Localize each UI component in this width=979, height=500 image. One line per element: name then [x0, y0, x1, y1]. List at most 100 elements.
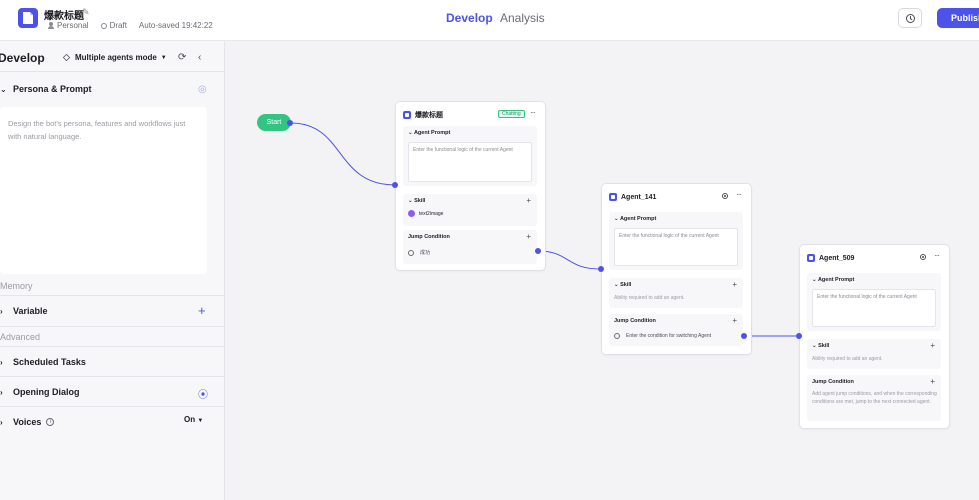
bot-name: 爆款标题: [44, 11, 84, 22]
ai-optimize-icon[interactable]: ◎: [198, 84, 207, 95]
jump-condition-row[interactable]: 成功: [408, 249, 430, 256]
chevron-right-icon: ›: [0, 357, 3, 367]
node3-input-port[interactable]: [796, 333, 802, 339]
variable-section-header[interactable]: › Variable: [0, 301, 48, 321]
agent-prompt-title-text: Agent Prompt: [619, 216, 657, 222]
panel-title: Develop: [0, 51, 45, 65]
jump-condition-row[interactable]: Enter the condition for switching Agent: [614, 333, 711, 339]
agent-node[interactable]: Agent_141 ··· ⌄ Agent Prompt Enter the f…: [601, 183, 752, 355]
info-icon[interactable]: i: [46, 418, 55, 426]
more-icon[interactable]: ···: [736, 190, 742, 199]
variable-label: Variable: [13, 306, 48, 316]
ai-generate-icon[interactable]: ⦿: [198, 386, 208, 401]
target-icon[interactable]: [920, 254, 926, 260]
more-icon[interactable]: ···: [530, 108, 536, 117]
memory-group-label: Memory: [0, 281, 33, 291]
skill-item[interactable]: text2image: [408, 210, 443, 217]
skill-title: ⌄ Skill: [614, 282, 632, 288]
condition-icon: [408, 249, 414, 256]
add-condition-icon[interactable]: +: [930, 377, 935, 386]
skill-section: ⌄ Skill + Ability required to add an age…: [609, 278, 743, 308]
back-chevron-icon[interactable]: ‹: [0, 11, 1, 27]
skill-empty-text: Ability required to add an agent.: [614, 295, 685, 301]
agent-canvas[interactable]: Start 爆款标题 Chatting ··· ⌄ Agent Prompt E…: [225, 41, 979, 500]
node1-input-port[interactable]: [392, 182, 398, 188]
skill-title: ⌄ Skill: [408, 198, 426, 204]
node1-output-port[interactable]: [535, 248, 541, 254]
more-icon[interactable]: ···: [934, 251, 940, 260]
chevron-right-icon: ›: [0, 387, 3, 397]
left-panel: Develop Multiple agents mode ▼ ⟳ ‹ ⌄ Per…: [0, 41, 225, 500]
skill-section: ⌄ Skill + Ability required to add an age…: [807, 339, 941, 369]
agent-icon: [807, 254, 815, 262]
agent-icon: [609, 193, 617, 201]
agent-node[interactable]: Agent_509 ··· ⌄ Agent Prompt Enter the f…: [799, 244, 950, 429]
add-skill-icon[interactable]: +: [732, 280, 737, 289]
chevron-right-icon: ›: [0, 417, 3, 427]
history-icon: [906, 14, 915, 23]
jump-condition-placeholder: Enter the condition for switching Agent: [626, 333, 712, 339]
agent-prompt-section: ⌄ Agent Prompt Enter the functional logi…: [807, 273, 941, 331]
agent-prompt-title: ⌄ Agent Prompt: [812, 277, 855, 283]
edit-icon[interactable]: ✎: [82, 7, 90, 18]
edge-start-to-node1: [290, 122, 396, 186]
scheduled-tasks-header[interactable]: › Scheduled Tasks: [0, 352, 86, 372]
refresh-icon[interactable]: ⟳: [178, 52, 186, 63]
tab-analysis[interactable]: Analysis: [500, 11, 545, 25]
agent-prompt-input[interactable]: Enter the functional logic of the curren…: [614, 228, 738, 266]
skill-title-text: Skill: [620, 282, 632, 288]
person-icon: [48, 22, 54, 29]
document-icon: [23, 12, 33, 24]
advanced-group-label: Advanced: [0, 332, 41, 342]
agent-prompt-input[interactable]: Enter the functional logic of the curren…: [812, 289, 936, 327]
mode-selector[interactable]: Multiple agents mode ▼: [62, 53, 167, 62]
voices-value: On: [184, 415, 196, 424]
chevron-right-icon: ›: [0, 306, 3, 316]
divider: [0, 406, 225, 407]
agent-prompt-title-text: Agent Prompt: [817, 277, 855, 283]
divider: [0, 376, 225, 377]
jump-condition-section: Jump Condition + Enter the condition for…: [609, 314, 743, 346]
node-header: Agent_509: [807, 252, 854, 264]
collapse-icon[interactable]: ‹: [198, 52, 201, 63]
scheduled-tasks-label: Scheduled Tasks: [13, 357, 86, 367]
target-icon[interactable]: [722, 193, 728, 199]
node-header: Agent_141: [609, 191, 656, 203]
divider: [0, 326, 225, 327]
skill-section: ⌄ Skill + text2image: [403, 194, 537, 226]
top-bar: ‹ 爆款标题 ✎ Personal Draft Auto-saved 19:42…: [0, 0, 979, 41]
publish-button[interactable]: Publish: [937, 8, 979, 28]
start-node[interactable]: Start: [257, 114, 291, 131]
tab-develop[interactable]: Develop: [446, 11, 493, 25]
add-condition-icon[interactable]: +: [732, 316, 737, 325]
start-output-port[interactable]: [287, 120, 293, 126]
status-label: Draft: [109, 21, 127, 30]
agent-icon: [403, 111, 411, 119]
node2-input-port[interactable]: [598, 266, 604, 272]
draft-icon: [100, 22, 107, 29]
persona-section-header[interactable]: ⌄ Persona & Prompt: [0, 79, 92, 99]
voices-header[interactable]: › Voices i: [0, 412, 55, 432]
agent-prompt-title: ⌄ Agent Prompt: [614, 216, 657, 222]
skill-title: ⌄ Skill: [812, 343, 830, 349]
add-condition-icon[interactable]: +: [526, 232, 531, 241]
add-variable-icon[interactable]: +: [198, 303, 206, 318]
voices-toggle-select[interactable]: On ▼: [184, 415, 203, 424]
persona-title: Persona & Prompt: [13, 84, 92, 94]
node2-output-port[interactable]: [741, 333, 747, 339]
opening-dialog-header[interactable]: › Opening Dialog: [0, 382, 80, 402]
node-header: 爆款标题: [403, 109, 443, 121]
mode-label: Multiple agents mode: [75, 53, 157, 62]
voices-label: Voices: [13, 417, 42, 427]
jump-title: Jump Condition: [408, 234, 450, 240]
agent-prompt-input[interactable]: Enter the functional logic of the curren…: [408, 142, 532, 182]
divider: [0, 295, 225, 296]
history-button[interactable]: [898, 8, 922, 28]
add-skill-icon[interactable]: +: [526, 196, 531, 205]
skill-empty-text: Ability required to add an agent.: [812, 356, 883, 362]
agent-node[interactable]: 爆款标题 Chatting ··· ⌄ Agent Prompt Enter t…: [395, 101, 546, 271]
add-skill-icon[interactable]: +: [930, 341, 935, 350]
persona-prompt-input[interactable]: Design the bot's persona, features and w…: [0, 107, 207, 274]
chevron-down-icon: ⌄: [0, 84, 7, 94]
jump-condition-section: Jump Condition + 成功: [403, 230, 537, 264]
